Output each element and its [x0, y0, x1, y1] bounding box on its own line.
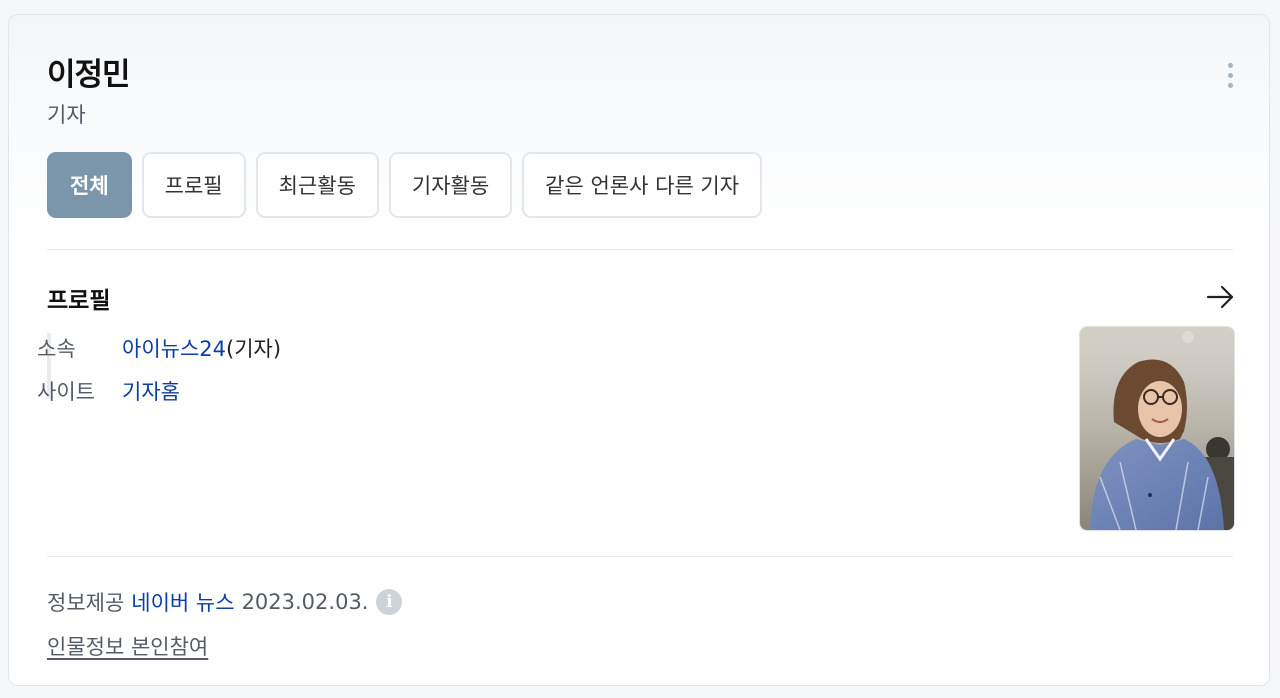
tab-reporter-activity[interactable]: 기자활동 — [388, 152, 513, 218]
more-dot — [1227, 82, 1233, 88]
data-provider-line: 정보제공 네이버 뉴스 2023.02.03. i — [47, 587, 403, 617]
provider-date: 2023.02.03. — [241, 590, 369, 614]
divider — [47, 249, 1233, 250]
info-label: 사이트 — [37, 380, 95, 404]
provider-prefix: 정보제공 — [47, 591, 125, 615]
tab-all[interactable]: 전체 — [47, 152, 132, 218]
info-row-site: 사이트 기자홈 — [37, 376, 180, 406]
divider — [47, 556, 1233, 557]
more-dot — [1227, 62, 1233, 68]
info-row-affiliation: 소속 아이뉴스24 (기자) — [37, 333, 281, 363]
more-dot — [1227, 72, 1233, 78]
arrow-right-icon[interactable] — [1205, 283, 1237, 311]
info-label: 소속 — [37, 337, 76, 361]
profile-section-title: 프로필 — [47, 288, 111, 314]
tab-recent-activity[interactable]: 최근활동 — [255, 152, 379, 218]
tab-profile[interactable]: 프로필 — [141, 152, 246, 218]
affiliation-suffix: (기자) — [226, 337, 282, 361]
tab-bar: 전체 프로필 최근활동 기자활동 같은 언론사 다른 기자 — [47, 152, 763, 218]
person-name: 이정민 — [47, 57, 131, 93]
person-role: 기자 — [47, 103, 86, 127]
info-icon[interactable]: i — [376, 589, 403, 615]
provider-source-link[interactable]: 네이버 뉴스 — [131, 587, 234, 617]
reporter-home-link[interactable]: 기자홈 — [122, 376, 180, 406]
self-participation-link[interactable]: 인물정보 본인참여 — [47, 631, 208, 661]
person-profile-card: 이정민 기자 전체 프로필 최근활동 기자활동 같은 언론사 다른 기자 프로필… — [8, 14, 1270, 686]
more-options-icon[interactable] — [1219, 59, 1241, 91]
affiliation-link[interactable]: 아이뉴스24 — [122, 333, 226, 363]
profile-photo[interactable] — [1079, 326, 1235, 531]
profile-photo-image — [1080, 327, 1234, 530]
tab-other-reporters[interactable]: 같은 언론사 다른 기자 — [522, 152, 763, 218]
